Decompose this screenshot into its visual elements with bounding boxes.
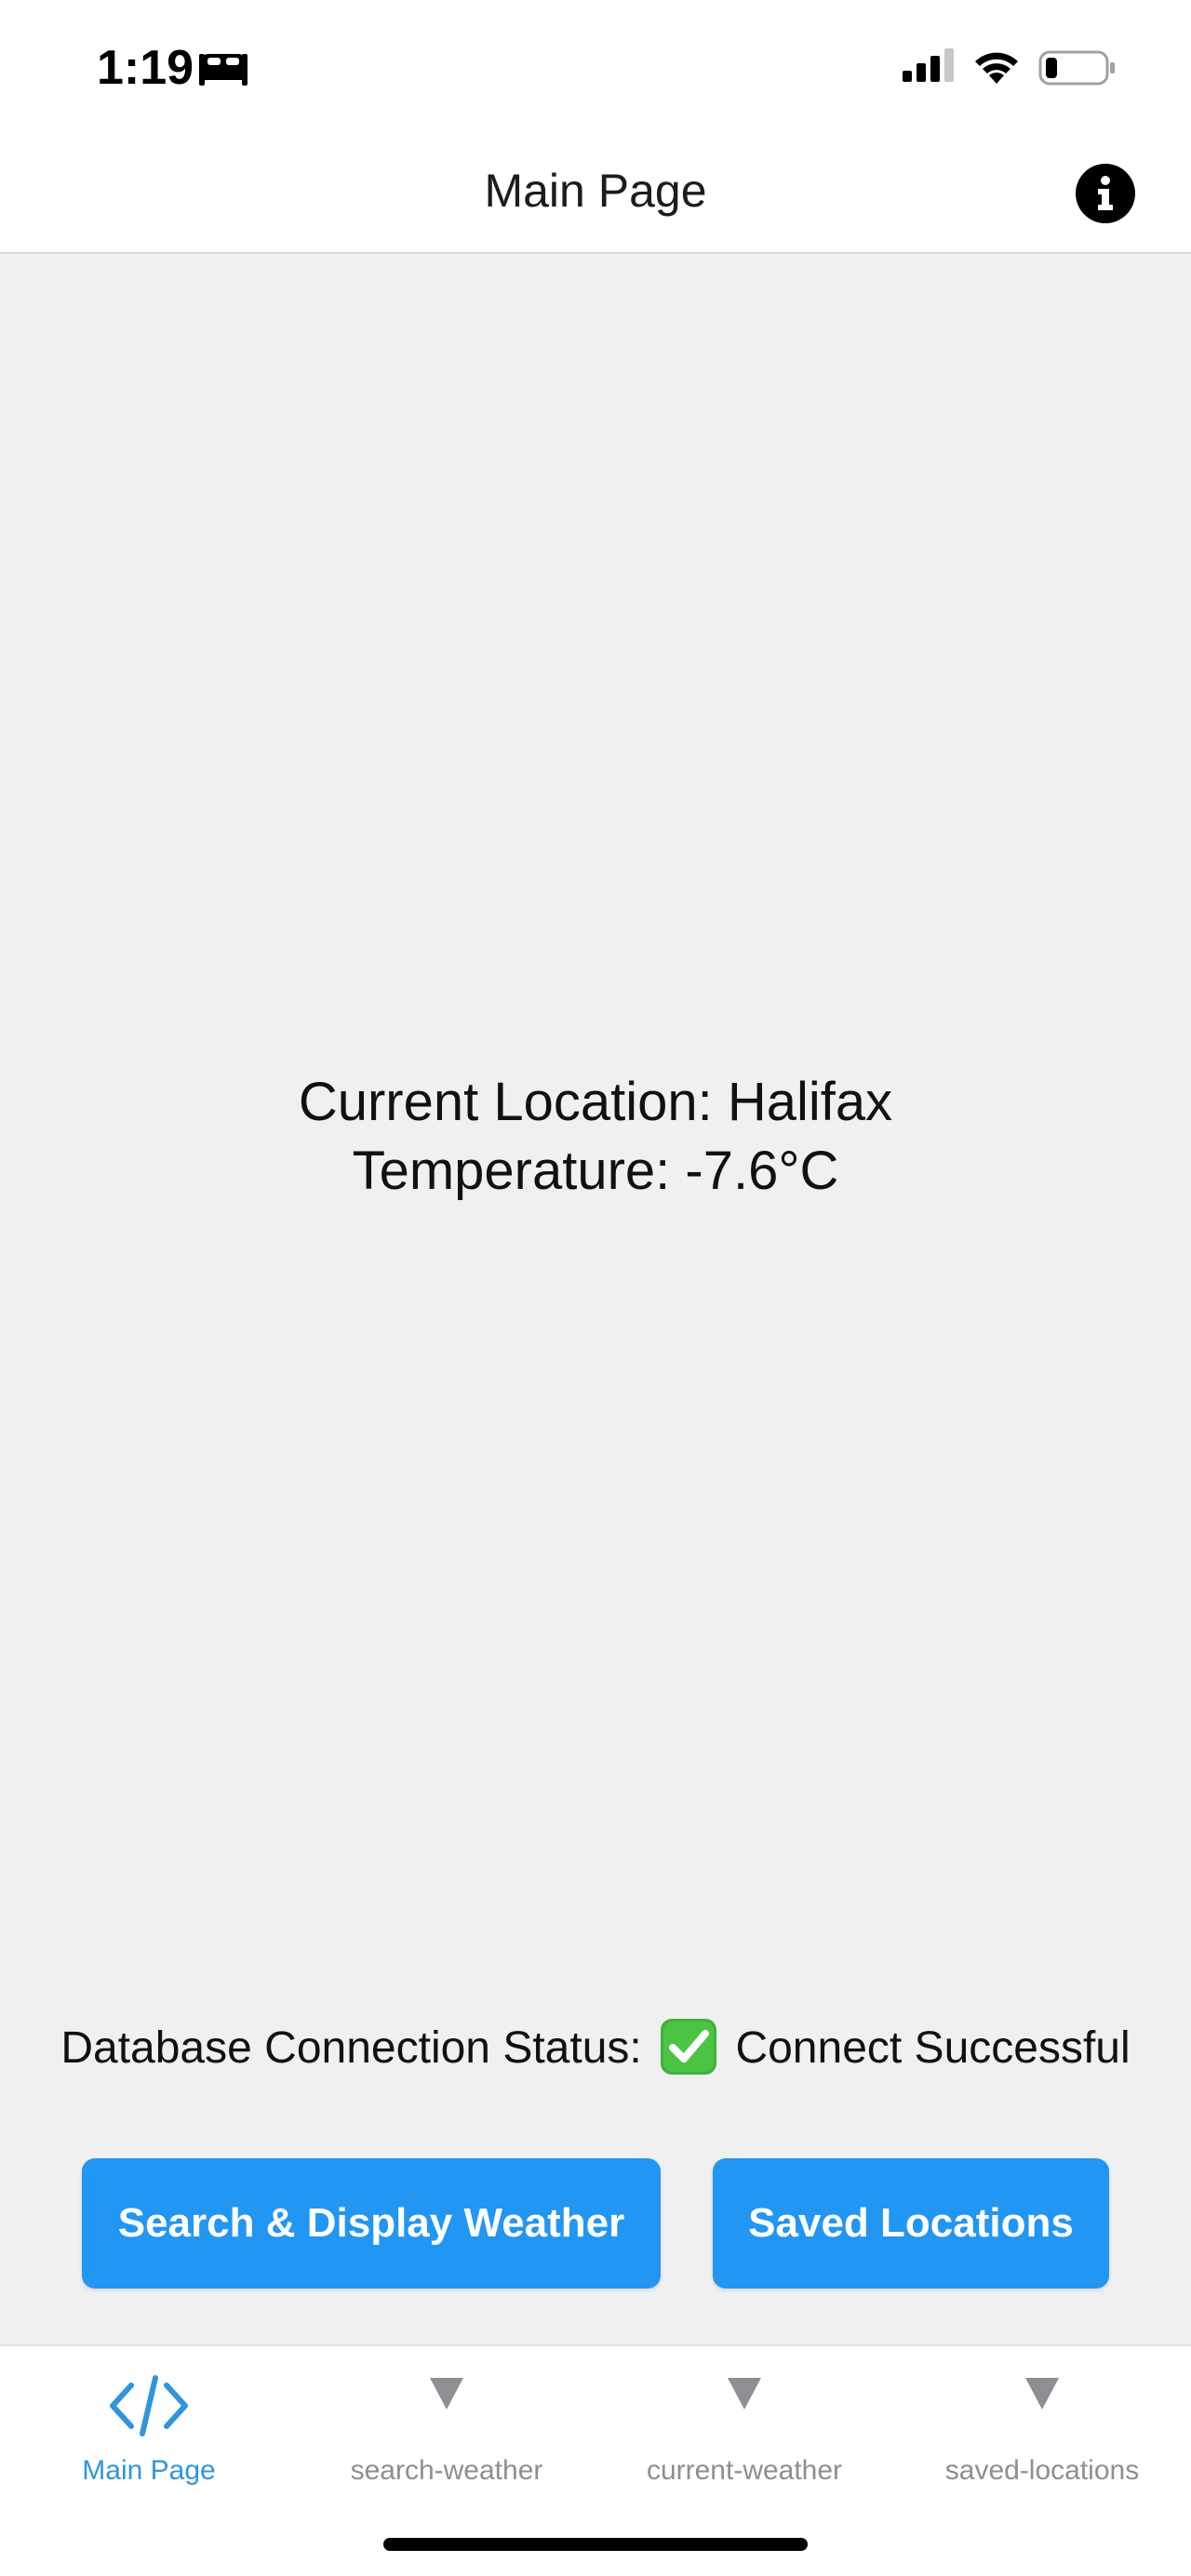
- search-weather-button-label: Search & Display Weather: [117, 2200, 625, 2246]
- current-location-text: Current Location: Halifax: [298, 1072, 893, 1132]
- saved-locations-button-label: Saved Locations: [748, 2200, 1074, 2246]
- tab-search-weather[interactable]: search-weather: [298, 2365, 596, 2504]
- tab-label: current-weather: [646, 2455, 843, 2486]
- app-screen: 1:19 Main Page Current Location: Halifax…: [0, 0, 1191, 2576]
- info-button[interactable]: [1076, 164, 1135, 223]
- navigation-header: Main Page: [0, 140, 1191, 254]
- tab-main-page[interactable]: Main Page: [0, 2365, 298, 2504]
- database-status: Database Connection Status: Connect Succ…: [0, 2013, 1191, 2084]
- battery-icon: [1038, 50, 1115, 86]
- current-weather-summary: Current Location: Halifax Temperature: -…: [0, 1068, 1191, 1206]
- tab-label: search-weather: [350, 2455, 543, 2486]
- check-mark-icon: [661, 2019, 717, 2075]
- home-indicator: [383, 2538, 808, 2551]
- tab-saved-locations[interactable]: saved-locations: [893, 2365, 1191, 2504]
- wifi-icon: [975, 52, 1018, 84]
- triangle-down-icon: [728, 2378, 761, 2409]
- status-time: 1:19: [97, 41, 194, 95]
- info-icon: [1098, 176, 1113, 210]
- temperature-text: Temperature: -7.6°C: [352, 1141, 839, 1201]
- saved-locations-button[interactable]: Saved Locations: [713, 2158, 1109, 2289]
- db-status-label: Database Connection Status:: [60, 2023, 642, 2073]
- triangle-down-icon: [430, 2378, 463, 2409]
- tab-label: saved-locations: [944, 2455, 1140, 2486]
- db-status-value: Connect Successful: [735, 2023, 1131, 2073]
- bed-icon: [199, 54, 248, 86]
- tab-current-weather[interactable]: current-weather: [596, 2365, 893, 2504]
- tab-label: Main Page: [82, 2455, 216, 2486]
- cellular-signal-icon: [903, 48, 954, 82]
- triangle-down-icon: [1025, 2378, 1059, 2409]
- page-title: Main Page: [484, 165, 707, 217]
- status-bar: 1:19: [0, 0, 1191, 140]
- code-icon: [110, 2375, 188, 2436]
- search-weather-button[interactable]: Search & Display Weather: [82, 2158, 661, 2289]
- bottom-tab-bar: Main Page search-weather current-weather: [0, 2344, 1191, 2576]
